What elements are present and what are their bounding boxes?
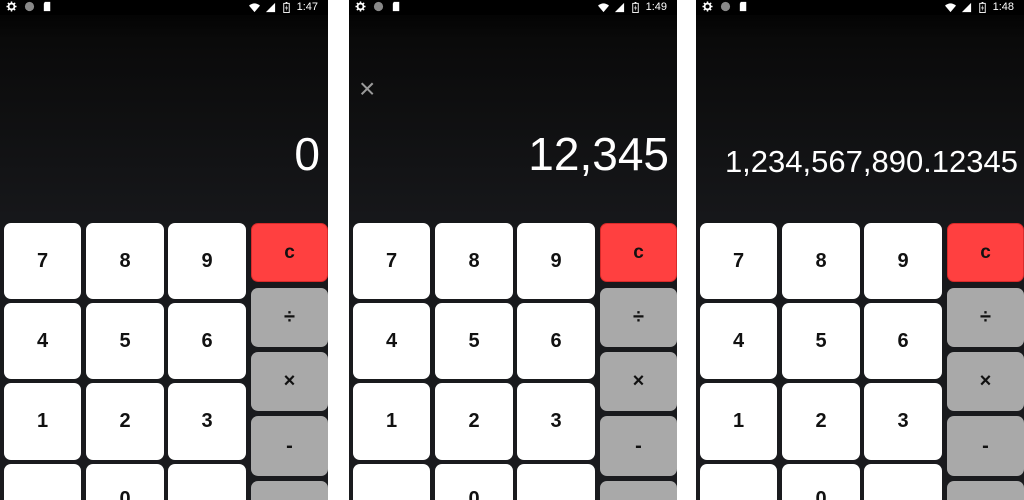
status-time: 1:48: [992, 1, 1014, 13]
key-6[interactable]: 6: [517, 303, 595, 379]
circle-icon: [720, 1, 731, 12]
gear-icon: [702, 1, 713, 12]
key-decimal[interactable]: [168, 464, 246, 500]
calculator-screen: 1:49 × 12,345 7 8 9 c 4 5 6 ÷ 1 2 3 × - …: [349, 0, 677, 500]
key-4[interactable]: 4: [4, 303, 81, 379]
key-9[interactable]: 9: [517, 223, 595, 299]
status-bar: 1:49: [349, 0, 677, 15]
key-7[interactable]: 7: [353, 223, 430, 299]
key-blank[interactable]: [353, 464, 430, 500]
status-time: 1:49: [645, 1, 667, 13]
sd-card-icon: [739, 1, 747, 12]
multiply-button[interactable]: ×: [600, 352, 677, 411]
key-5[interactable]: 5: [782, 303, 860, 379]
key-1[interactable]: 1: [700, 383, 777, 460]
key-7[interactable]: 7: [700, 223, 777, 299]
minus-button[interactable]: -: [600, 416, 677, 476]
signal-icon: [961, 2, 971, 13]
key-1[interactable]: 1: [4, 383, 81, 460]
key-3[interactable]: 3: [864, 383, 942, 460]
calculator-screen: 1:48 1,234,567,890.12345 7 8 9 c 4 5 6 ÷…: [696, 0, 1024, 500]
plus-button[interactable]: [600, 481, 677, 500]
key-8[interactable]: 8: [86, 223, 164, 299]
plus-button[interactable]: [251, 481, 328, 500]
circle-icon: [24, 1, 35, 12]
multiply-button[interactable]: ×: [947, 352, 1024, 411]
result-display: 1,234,567,890.12345: [724, 144, 1018, 179]
status-time: 1:47: [296, 1, 318, 13]
key-1[interactable]: 1: [353, 383, 430, 460]
calculator-screen: 1:47 0 7 8 9 c 4 5 6 ÷ 1 2 3 × - 0: [0, 0, 328, 500]
clear-button[interactable]: c: [947, 223, 1024, 282]
key-6[interactable]: 6: [168, 303, 246, 379]
clear-button[interactable]: c: [600, 223, 677, 282]
gear-icon: [6, 1, 17, 12]
gear-icon: [355, 1, 366, 12]
divide-button[interactable]: ÷: [600, 288, 677, 347]
key-8[interactable]: 8: [435, 223, 513, 299]
key-6[interactable]: 6: [864, 303, 942, 379]
key-2[interactable]: 2: [86, 383, 164, 460]
sd-card-icon: [43, 1, 51, 12]
sd-card-icon: [392, 1, 400, 12]
key-5[interactable]: 5: [86, 303, 164, 379]
signal-icon: [265, 2, 275, 13]
key-0[interactable]: 0: [86, 464, 164, 500]
result-display: 12,345: [528, 128, 669, 180]
battery-icon: [631, 2, 639, 13]
minus-button[interactable]: -: [947, 416, 1024, 476]
key-blank[interactable]: [700, 464, 777, 500]
status-bar: 1:48: [696, 0, 1024, 15]
plus-button[interactable]: [947, 481, 1024, 500]
key-blank[interactable]: [4, 464, 81, 500]
divide-button[interactable]: ÷: [947, 288, 1024, 347]
multiply-button[interactable]: ×: [251, 352, 328, 411]
minus-button[interactable]: -: [251, 416, 328, 476]
result-display: 0: [294, 128, 320, 180]
key-5[interactable]: 5: [435, 303, 513, 379]
key-9[interactable]: 9: [864, 223, 942, 299]
wifi-icon: [944, 3, 956, 13]
key-3[interactable]: 3: [168, 383, 246, 460]
key-decimal[interactable]: [517, 464, 595, 500]
key-8[interactable]: 8: [782, 223, 860, 299]
key-0[interactable]: 0: [782, 464, 860, 500]
key-4[interactable]: 4: [353, 303, 430, 379]
battery-icon: [282, 2, 290, 13]
key-7[interactable]: 7: [4, 223, 81, 299]
wifi-icon: [597, 3, 609, 13]
key-3[interactable]: 3: [517, 383, 595, 460]
key-2[interactable]: 2: [782, 383, 860, 460]
wifi-icon: [248, 3, 260, 13]
battery-icon: [978, 2, 986, 13]
status-bar: 1:47: [0, 0, 328, 15]
key-9[interactable]: 9: [168, 223, 246, 299]
key-0[interactable]: 0: [435, 464, 513, 500]
key-decimal[interactable]: [864, 464, 942, 500]
key-2[interactable]: 2: [435, 383, 513, 460]
signal-icon: [614, 2, 624, 13]
divide-button[interactable]: ÷: [251, 288, 328, 347]
operator-indicator: ×: [359, 73, 376, 104]
key-4[interactable]: 4: [700, 303, 777, 379]
clear-button[interactable]: c: [251, 223, 328, 282]
circle-icon: [373, 1, 384, 12]
